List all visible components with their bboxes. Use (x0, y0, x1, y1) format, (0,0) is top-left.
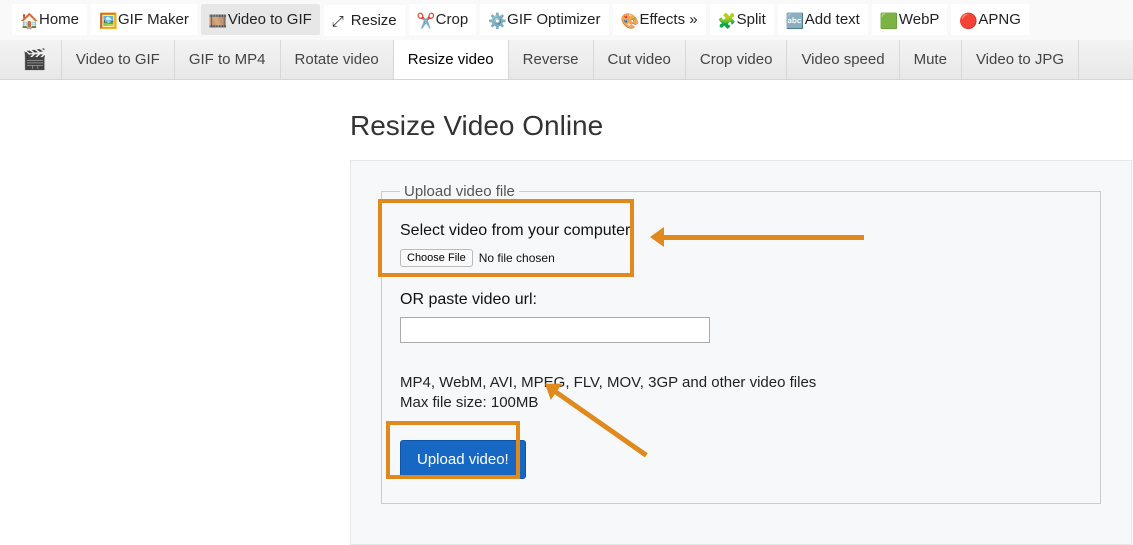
topnav-label: WebP (899, 11, 940, 28)
topnav-label: Video to GIF (228, 11, 312, 28)
fx-icon: 🎨 (621, 12, 636, 27)
topnav-label: Resize (351, 12, 397, 29)
tab-rotate-video[interactable]: Rotate video (280, 40, 393, 79)
tab-video-to-jpg[interactable]: Video to JPG (961, 40, 1079, 79)
topnav-label: Add text (805, 11, 860, 28)
vid2gif-icon: 🎞️ (209, 12, 224, 27)
video-url-input[interactable] (400, 317, 710, 343)
text-icon: 🔤 (786, 12, 801, 27)
topnav-gif-maker[interactable]: 🖼️ GIF Maker (91, 4, 197, 35)
topnav-webp[interactable]: 🟩 WebP (872, 4, 948, 35)
topnav-resize[interactable]: ⤢ Resize (324, 5, 405, 36)
apng-icon: 🔴 (959, 12, 974, 27)
topnav-label: Split (737, 11, 766, 28)
home-icon: 🏠 (20, 12, 35, 27)
page-title: Resize Video Online (350, 110, 1133, 142)
choose-file-button[interactable]: Choose File (400, 249, 473, 267)
chosen-file-label: No file chosen (479, 251, 555, 265)
topnav-label: Effects » (640, 11, 698, 28)
topnav-video-to-gif[interactable]: 🎞️ Video to GIF (201, 4, 320, 35)
topnav-gif-optimizer[interactable]: ⚙️ GIF Optimizer (480, 4, 608, 35)
file-chooser[interactable]: Choose File No file chosen (400, 249, 555, 267)
tab-video-to-gif[interactable]: Video to GIF (61, 40, 174, 79)
max-file-size-text: Max file size: 100MB (400, 393, 1082, 413)
top-nav: 🏠 Home 🖼️ GIF Maker 🎞️ Video to GIF ⤢ Resize ✂️ C… (0, 0, 1133, 40)
topnav-apng[interactable]: 🔴 APNG (951, 4, 1029, 35)
topnav-label: Home (39, 11, 79, 28)
opt-icon: ⚙️ (488, 12, 503, 27)
tab-crop-video[interactable]: Crop video (685, 40, 787, 79)
tab-gif-to-mp4[interactable]: GIF to MP4 (174, 40, 280, 79)
upload-panel: Upload video file Select video from your… (350, 160, 1132, 545)
topnav-split[interactable]: 🧩 Split (710, 4, 774, 35)
tab-resize-video[interactable]: Resize video (393, 40, 508, 79)
topnav-label: APNG (978, 11, 1021, 28)
clapper-icon: 🎬 (12, 40, 61, 79)
upload-fieldset: Upload video file Select video from your… (381, 183, 1101, 504)
crop-icon: ✂️ (417, 12, 432, 27)
topnav-label: GIF Maker (118, 11, 189, 28)
tab-reverse[interactable]: Reverse (508, 40, 593, 79)
topnav-label: Crop (436, 11, 469, 28)
resize-icon: ⤢ (332, 13, 347, 28)
sub-nav: 🎬 Video to GIFGIF to MP4Rotate videoResi… (0, 40, 1133, 80)
annotation-arrow-1 (654, 235, 864, 240)
topnav-home[interactable]: 🏠 Home (12, 4, 87, 35)
topnav-crop[interactable]: ✂️ Crop (409, 4, 477, 35)
paste-url-label: OR paste video url: (400, 291, 1082, 309)
split-icon: 🧩 (718, 12, 733, 27)
tab-mute[interactable]: Mute (899, 40, 961, 79)
tab-cut-video[interactable]: Cut video (593, 40, 685, 79)
gif-icon: 🖼️ (99, 12, 114, 27)
upload-video-button[interactable]: Upload video! (400, 440, 526, 479)
webp-icon: 🟩 (880, 12, 895, 27)
formats-hint: MP4, WebM, AVI, MPEG, FLV, MOV, 3GP and … (400, 373, 1082, 414)
supported-formats-text: MP4, WebM, AVI, MPEG, FLV, MOV, 3GP and … (400, 373, 1082, 393)
tab-video-speed[interactable]: Video speed (786, 40, 898, 79)
topnav-add-text[interactable]: 🔤 Add text (778, 4, 868, 35)
fieldset-legend: Upload video file (400, 183, 519, 200)
topnav-label: GIF Optimizer (507, 11, 600, 28)
topnav-effects[interactable]: 🎨 Effects » (613, 4, 706, 35)
